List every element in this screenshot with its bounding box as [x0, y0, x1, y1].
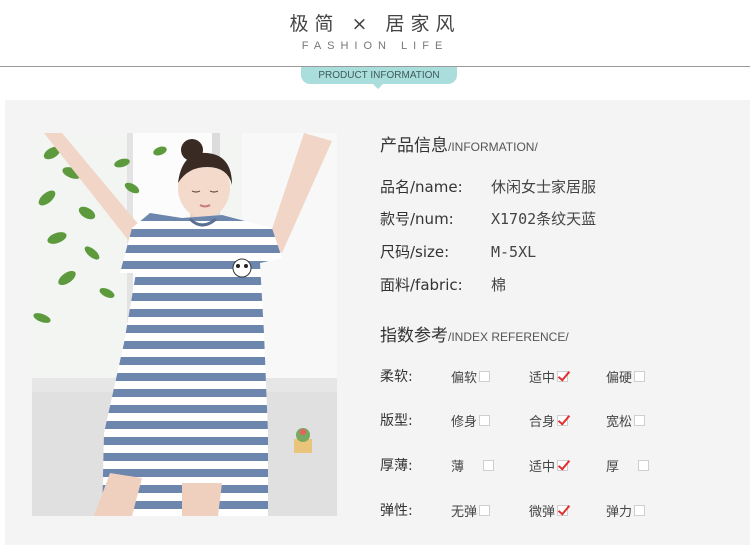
index-heading-en: /INDEX REFERENCE/ — [448, 330, 569, 344]
option-text: 无弹 — [451, 505, 478, 520]
index-label-softness: 柔软: — [380, 369, 413, 385]
checkbox-unchecked — [634, 371, 646, 382]
option-text: 合身 — [529, 415, 556, 430]
index-option: 合身 — [529, 411, 569, 430]
option-text: 微弹 — [529, 505, 556, 520]
index-heading-cn: 指数参考 — [380, 326, 448, 346]
index-label-thickness: 厚薄: — [380, 458, 413, 474]
checkbox-unchecked — [638, 460, 649, 471]
checkbox-unchecked — [483, 460, 494, 471]
option-text: 厚 — [606, 460, 620, 475]
option-text: 修身 — [451, 415, 478, 430]
index-label-elasticity: 弹性: — [380, 503, 413, 519]
info-row-num: 款号/num: X1702条纹天蓝 — [380, 208, 596, 229]
checkbox-checked — [557, 460, 569, 471]
index-option: 偏硬 — [606, 367, 646, 386]
product-information-tab: PRODUCT INFORMATION — [301, 67, 457, 84]
index-label-fit: 版型: — [380, 413, 413, 429]
option-text: 适中 — [529, 460, 556, 475]
product-info-heading: 产品信息 /INFORMATION/ — [380, 131, 538, 156]
brand-subtitle: FASHION LIFE — [301, 40, 449, 52]
index-option: 弹力 — [606, 501, 646, 520]
index-option: 无弹 — [451, 501, 491, 520]
info-row-fabric: 面料/fabric: 棉 — [380, 274, 506, 295]
index-option: 微弹 — [529, 501, 569, 520]
info-row-name: 品名/name: 休闲女士家居服 — [380, 176, 596, 197]
checkbox-unchecked — [634, 415, 646, 426]
info-key: 品名/name: — [380, 178, 463, 196]
checkbox-checked — [557, 371, 569, 382]
option-text: 宽松 — [606, 415, 633, 430]
info-key: 款号/num: — [380, 210, 454, 228]
info-value: X1702条纹天蓝 — [491, 210, 597, 228]
info-value: 休闲女士家居服 — [491, 178, 597, 196]
index-option: 薄 — [451, 456, 494, 475]
info-row-size: 尺码/size: M-5XL — [380, 241, 536, 262]
product-info-heading-cn: 产品信息 — [380, 136, 448, 156]
option-text: 偏硬 — [606, 371, 633, 386]
checkbox-checked — [557, 505, 569, 516]
option-text: 薄 — [451, 460, 465, 475]
index-option: 厚 — [606, 456, 649, 475]
info-key: 面料/fabric: — [380, 276, 463, 294]
tab-pointer — [373, 84, 383, 89]
info-key: 尺码/size: — [380, 243, 450, 261]
info-value: M-5XL — [491, 243, 537, 261]
index-reference-heading: 指数参考 /INDEX REFERENCE/ — [380, 321, 569, 346]
info-value: 棉 — [491, 276, 507, 294]
checkbox-unchecked — [479, 505, 491, 516]
option-text: 适中 — [529, 371, 556, 386]
checkbox-unchecked — [634, 505, 646, 516]
product-detail-page: 极简 × 居家风 FASHION LIFE PRODUCT INFORMATIO… — [0, 0, 750, 559]
option-text: 偏软 — [451, 371, 478, 386]
option-text: 弹力 — [606, 505, 633, 520]
checkbox-unchecked — [479, 371, 491, 382]
product-info-heading-en: /INFORMATION/ — [448, 140, 538, 154]
index-option: 修身 — [451, 411, 491, 430]
index-option: 适中 — [529, 367, 569, 386]
index-option: 偏软 — [451, 367, 491, 386]
product-photo — [32, 133, 337, 516]
checkbox-unchecked — [479, 415, 491, 426]
checkbox-checked — [557, 415, 569, 426]
index-option: 宽松 — [606, 411, 646, 430]
brand-title: 极简 × 居家风 — [289, 13, 461, 35]
index-option: 适中 — [529, 456, 569, 475]
